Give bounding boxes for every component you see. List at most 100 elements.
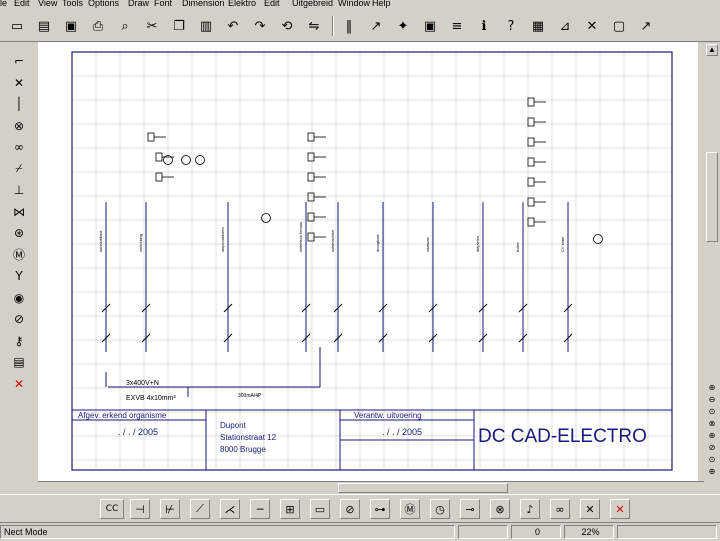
coil-icon[interactable]: ⊞ bbox=[280, 499, 300, 519]
relay-icon[interactable]: ⊶ bbox=[370, 499, 390, 519]
lamp-icon[interactable]: ⊗ bbox=[490, 499, 510, 519]
menu-bar: le Edit View Tools Options Draw Font Dimension E… bbox=[0, 0, 720, 10]
switch-3-icon[interactable]: ⋌ bbox=[220, 499, 240, 519]
menu-item-edit[interactable]: Edit bbox=[14, 0, 30, 8]
text-icon[interactable]: ≡ bbox=[446, 15, 468, 37]
menu-item-options[interactable]: Options bbox=[88, 0, 119, 8]
menu-item-uitgebreid[interactable]: Uitgebreid bbox=[292, 0, 333, 8]
status-mode: Nect Mode bbox=[0, 525, 455, 539]
horizontal-scrollbar[interactable] bbox=[38, 481, 704, 494]
print-preview-icon[interactable]: ⌕ bbox=[114, 15, 136, 37]
node-icon[interactable]: ✦ bbox=[392, 15, 414, 37]
terminal-icon[interactable]: ⊛ bbox=[9, 224, 29, 242]
terminal-symbol bbox=[155, 172, 163, 182]
toolbar-separator bbox=[332, 16, 334, 36]
open-icon[interactable]: ▤ bbox=[33, 15, 55, 37]
undo-icon[interactable]: ↶ bbox=[222, 15, 244, 37]
terminal-symbol bbox=[527, 137, 535, 147]
menu-item-help[interactable]: Help bbox=[372, 0, 391, 8]
wire-icon[interactable]: ⌐ bbox=[9, 52, 29, 70]
title-address-1: Dupont bbox=[220, 421, 247, 430]
bell-icon[interactable]: ♪ bbox=[520, 499, 540, 519]
meter-icon[interactable]: ▤ bbox=[9, 353, 29, 371]
terminal-symbol bbox=[307, 132, 315, 142]
cross-icon[interactable]: ✕ bbox=[580, 499, 600, 519]
menu-item-le[interactable]: le bbox=[0, 0, 7, 8]
menu-item-draw[interactable]: Draw bbox=[128, 0, 149, 8]
plug-icon[interactable]: ⊸ bbox=[460, 499, 480, 519]
menu-item-edit[interactable]: Edit bbox=[264, 0, 280, 8]
new-icon[interactable]: ▭ bbox=[6, 15, 28, 37]
scroll-thumb[interactable] bbox=[706, 152, 718, 242]
terminal-symbol bbox=[527, 97, 535, 107]
arrange-icon[interactable]: ↗ bbox=[635, 15, 657, 37]
cross-icon[interactable]: ✕ bbox=[9, 74, 29, 92]
title-address-3: 8000 Brugge bbox=[220, 445, 266, 454]
circuit-label: boiler bbox=[515, 242, 520, 252]
menu-item-dimension[interactable]: Dimension bbox=[182, 0, 225, 8]
vertical-scrollbar[interactable]: ▲ ⊕ ⊖ ⊙ ⊗ ⊕ ⊘ ⊙ ⊕ bbox=[704, 42, 720, 490]
menu-item-elektro[interactable]: Elektro bbox=[228, 0, 256, 8]
close-icon[interactable]: ✕ bbox=[581, 15, 603, 37]
symbol-icon[interactable]: ⊿ bbox=[554, 15, 576, 37]
cc-icon[interactable]: CC bbox=[100, 499, 124, 519]
hscroll-thumb[interactable] bbox=[338, 483, 508, 493]
timer-icon[interactable]: ◷ bbox=[430, 499, 450, 519]
transformer-icon[interactable]: ∞ bbox=[550, 499, 570, 519]
breaker-icon[interactable]: ⊘ bbox=[340, 499, 360, 519]
yd-icon[interactable]: Y bbox=[9, 267, 29, 285]
switch-icon[interactable]: ⌿ bbox=[9, 160, 29, 178]
copy-icon[interactable]: ❐ bbox=[168, 15, 190, 37]
circuit-label: elektrisch fornuis bbox=[298, 222, 303, 252]
save-icon[interactable]: ▣ bbox=[60, 15, 82, 37]
mirror-icon[interactable]: ⇋ bbox=[303, 15, 325, 37]
line-icon[interactable]: ↗ bbox=[365, 15, 387, 37]
snap-icon[interactable]: ‖ bbox=[338, 15, 360, 37]
menu-item-window[interactable]: Window bbox=[338, 0, 370, 8]
menu-item-view[interactable]: View bbox=[38, 0, 57, 8]
window-icon[interactable]: ▢ bbox=[608, 15, 630, 37]
menu-item-font[interactable]: Font bbox=[154, 0, 172, 8]
sheet-border bbox=[71, 51, 673, 471]
lamp-symbol bbox=[181, 155, 191, 165]
paste-icon[interactable]: ▥ bbox=[195, 15, 217, 37]
help-icon[interactable]: ? bbox=[500, 15, 522, 37]
grid-icon[interactable]: ▦ bbox=[527, 15, 549, 37]
redo-icon[interactable]: ↷ bbox=[249, 15, 271, 37]
info-icon[interactable]: ℹ bbox=[473, 15, 495, 37]
relay-icon[interactable]: ⋈ bbox=[9, 203, 29, 221]
print-icon[interactable]: ⎙ bbox=[87, 15, 109, 37]
motor-icon[interactable]: Ⓜ bbox=[400, 499, 420, 519]
zoom-icons[interactable]: ⊕ ⊖ ⊙ ⊗ ⊕ ⊘ ⊙ ⊕ bbox=[706, 382, 718, 478]
circuit-label: vaatwas bbox=[425, 237, 430, 252]
status-empty bbox=[458, 525, 508, 539]
scroll-up-icon[interactable]: ▲ bbox=[706, 44, 718, 56]
delete-icon[interactable]: ✕ bbox=[610, 499, 630, 519]
contact-icon[interactable]: ⊥ bbox=[9, 181, 29, 199]
contact-nc-icon[interactable]: ⊬ bbox=[160, 499, 180, 519]
line-vertical-icon[interactable]: │ bbox=[9, 95, 29, 113]
circuit-label: CV ketel bbox=[560, 237, 565, 252]
terminal-symbol bbox=[527, 197, 535, 207]
drawing-canvas[interactable]: Afgev. erkend organisme . / . / 2005 Dup… bbox=[38, 42, 698, 490]
coil-icon[interactable]: ∞ bbox=[9, 138, 29, 156]
box-icon[interactable]: ▣ bbox=[419, 15, 441, 37]
switch-2-icon[interactable]: ⟋ bbox=[190, 499, 210, 519]
cut-icon[interactable]: ✂ bbox=[141, 15, 163, 37]
motor-icon[interactable]: Ⓜ bbox=[9, 246, 29, 264]
plug-icon[interactable]: ⊘ bbox=[9, 310, 29, 328]
wire-icon[interactable]: ─ bbox=[250, 499, 270, 519]
rotate-icon[interactable]: ⟲ bbox=[276, 15, 298, 37]
terminal-symbol bbox=[527, 117, 535, 127]
terminal-symbol bbox=[527, 217, 535, 227]
delete-icon[interactable]: ✕ bbox=[9, 375, 29, 393]
lamp-icon[interactable]: ⊗ bbox=[9, 117, 29, 135]
circuit-label: stopcontacten bbox=[220, 227, 225, 252]
fuse-icon[interactable]: ▭ bbox=[310, 499, 330, 519]
fuse-icon[interactable]: ⚷ bbox=[9, 332, 29, 350]
terminal-symbol bbox=[527, 177, 535, 187]
menu-item-tools[interactable]: Tools bbox=[62, 0, 83, 8]
terminal-symbol bbox=[307, 172, 315, 182]
contact-no-icon[interactable]: ⊣ bbox=[130, 499, 150, 519]
ground-icon[interactable]: ◉ bbox=[9, 289, 29, 307]
